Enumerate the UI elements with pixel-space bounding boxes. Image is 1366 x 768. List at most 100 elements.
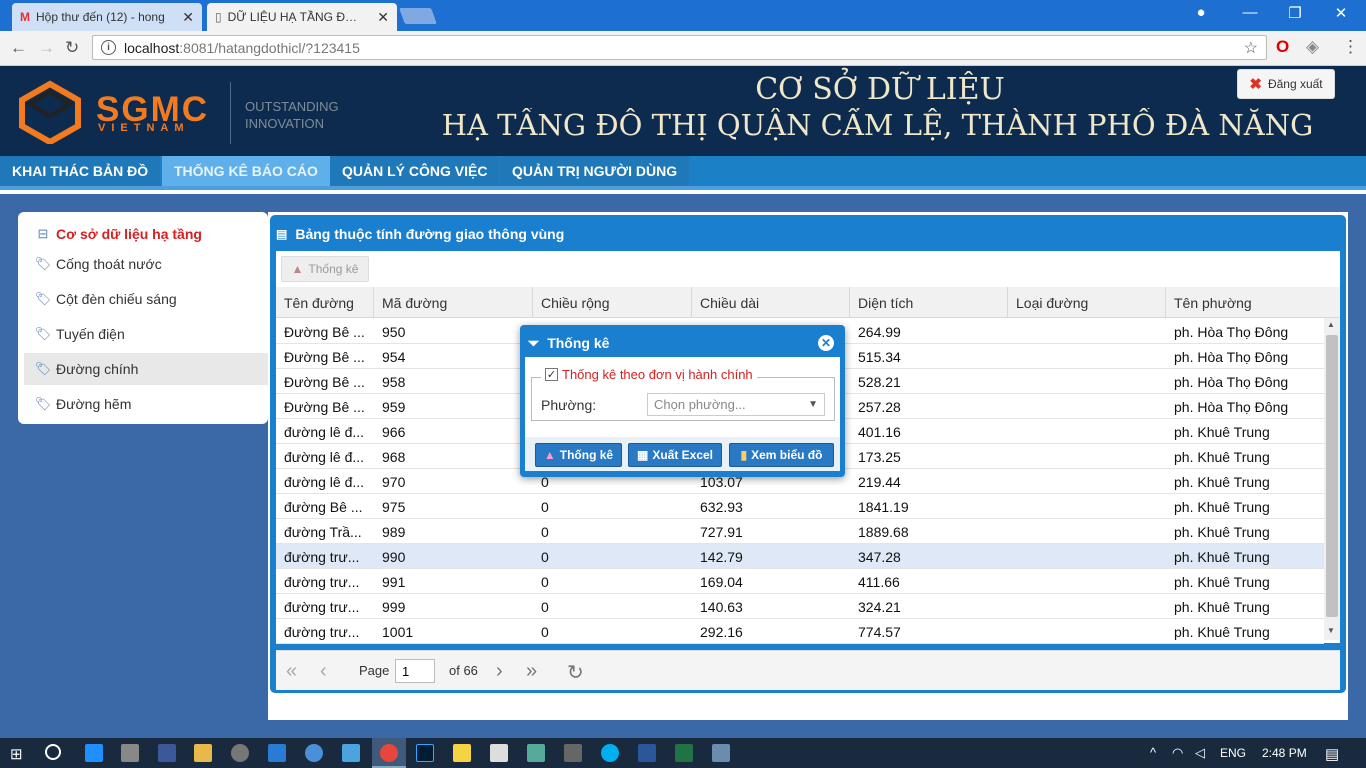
table-row[interactable]: đường trư... 999 0 140.63 324.21 ph. Khuê Tru… [276, 594, 1324, 619]
notifications-icon[interactable]: ▤ [1325, 745, 1339, 763]
gmail-icon: M [20, 10, 30, 24]
windows-start-icon[interactable]: ⊞ [10, 745, 23, 763]
edge-icon[interactable] [85, 744, 103, 762]
table-cell: đường Bê ... [284, 498, 363, 515]
reload-icon[interactable]: ↻ [65, 38, 79, 58]
table-cell: 169.04 [700, 573, 743, 590]
tree-item-cot-den[interactable]: 🏷 Cột đèn chiếu sáng [24, 283, 268, 315]
app-icon[interactable] [342, 744, 360, 762]
admin-unit-checkbox-row[interactable]: ✓ Thống kê theo đơn vị hành chính [541, 367, 757, 382]
scroll-down-icon[interactable]: ▼ [1327, 626, 1335, 635]
table-cell: đường trư... [284, 623, 360, 640]
statistics-button[interactable]: ▲ Thống kê [535, 443, 622, 467]
forward-icon[interactable]: → [38, 38, 55, 58]
show-hidden-icon[interactable]: ^ [1150, 745, 1156, 760]
column-header[interactable]: Tên đường [276, 287, 374, 318]
table-row[interactable]: đường Bê ... 975 0 632.93 1841.19 ph. Khuê Tr… [276, 494, 1324, 519]
logout-button[interactable]: ✖ Đăng xuất [1237, 69, 1335, 99]
first-page-icon[interactable]: « [286, 660, 297, 683]
excel-icon[interactable] [675, 744, 693, 762]
column-header[interactable]: Loại đường [1008, 287, 1166, 318]
volume-icon[interactable]: ◁ [1195, 745, 1205, 761]
view-chart-button[interactable]: ▮ Xem biểu đồ [729, 443, 834, 467]
tree-item-tuyen-dien[interactable]: 🏷 Tuyến điện [24, 318, 268, 350]
table-cell: 140.63 [700, 598, 743, 615]
file-explorer-icon[interactable] [194, 744, 212, 762]
chrome-icon[interactable] [380, 744, 398, 762]
column-header[interactable]: Chiều rộng [533, 287, 692, 318]
table-cell: 142.79 [700, 548, 743, 565]
tree-item-label: Đường chính [56, 361, 139, 377]
tree-item-duong-hem[interactable]: 🏷 Đường hẽm [24, 388, 268, 420]
back-icon[interactable]: ← [10, 38, 27, 58]
table-cell: 401.16 [858, 423, 901, 440]
table-cell: 774.57 [858, 623, 901, 640]
scrollbar-thumb[interactable] [1326, 335, 1338, 617]
menu-thong-ke-bao-cao[interactable]: THỐNG KÊ BÁO CÁO [162, 156, 330, 186]
tagline-line-1: OUTSTANDING [245, 99, 339, 114]
table-row[interactable]: đường Trầ... 989 0 727.91 1889.68 ph. Khuê Tr… [276, 519, 1324, 544]
photoshop-icon[interactable] [416, 744, 434, 762]
app-icon[interactable] [527, 744, 545, 762]
table-cell: 970 [382, 473, 406, 490]
tree-item-duong-chinh[interactable]: 🏷 Đường chính [24, 353, 268, 385]
language-indicator[interactable]: ENG [1220, 746, 1246, 760]
export-excel-button[interactable]: ▦ Xuất Excel [628, 443, 722, 467]
admin-unit-checkbox[interactable]: ✓ [545, 368, 558, 381]
table-row[interactable]: đường trư... 991 0 169.04 411.66 ph. Khuê Tru… [276, 569, 1324, 594]
menu-quan-ly-cong-viec[interactable]: QUẢN LÝ CÔNG VIỆC [330, 156, 500, 186]
restore-icon[interactable]: ❐ [1280, 4, 1310, 22]
info-icon[interactable]: i [101, 40, 116, 55]
statistics-toolbar-button[interactable]: ▲ Thống kê [281, 256, 369, 282]
menu-dots-icon[interactable]: ⋮ [1342, 37, 1359, 57]
tree-root[interactable]: ⊟ Cơ sở dữ liệu hạ tầng [24, 218, 268, 250]
profile-icon[interactable]: ● [1186, 4, 1216, 21]
menu-khai-thac-ban-do[interactable]: KHAI THÁC BẢN ĐỒ [0, 156, 161, 186]
app-icon[interactable] [564, 744, 582, 762]
page-number-input[interactable] [395, 659, 435, 683]
dialog-header[interactable]: ⏷ Thống kê [528, 329, 838, 357]
table-row[interactable]: đường trư... 1001 0 292.16 774.57 ph. Khuê Tr… [276, 619, 1324, 644]
close-window-icon[interactable]: ✕ [1326, 4, 1356, 22]
collapse-icon[interactable]: ⊟ [30, 226, 56, 242]
column-header[interactable]: Tên phường [1166, 287, 1340, 318]
prev-page-icon[interactable]: ‹ [320, 660, 327, 683]
column-header[interactable]: Chiều dài [692, 287, 850, 318]
app-icon[interactable] [712, 744, 730, 762]
next-page-icon[interactable]: › [496, 660, 503, 683]
network-icon[interactable]: ◠ [1172, 745, 1183, 761]
refresh-icon[interactable]: ↻ [567, 660, 584, 685]
url-bar[interactable]: i localhost :8081/hatangdothicl/?123415 … [92, 35, 1267, 60]
ward-select[interactable]: Chọn phường... ▼ [647, 393, 825, 416]
tree-item-cong-thoat-nuoc[interactable]: 🏷 Cống thoát nước [24, 248, 268, 280]
table-cell: 950 [382, 323, 406, 340]
table-row[interactable]: đường trư... 990 0 142.79 347.28 ph. Khuê Tru… [276, 544, 1324, 569]
opera-icon[interactable]: O [1276, 37, 1289, 57]
close-tab-icon[interactable]: ✕ [182, 9, 194, 26]
minimize-icon[interactable]: — [1235, 4, 1265, 21]
word-icon[interactable] [638, 744, 656, 762]
close-tab-icon[interactable]: ✕ [377, 9, 389, 26]
facebook-icon[interactable] [158, 744, 176, 762]
column-header[interactable]: Mã đường [374, 287, 533, 318]
taskbar-clock[interactable]: 2:48 PM [1262, 746, 1307, 760]
browser-tab-active[interactable]: ▯ DỮ LIỆU HẠ TẦNG ĐÔ TH ✕ [207, 3, 397, 31]
mail-icon[interactable] [490, 744, 508, 762]
table-cell: 0 [541, 598, 549, 615]
dialog-close-button[interactable]: ✕ [818, 335, 834, 351]
browser-tab-gmail[interactable]: M Hộp thư đến (12) - hong ✕ [12, 3, 202, 31]
app-icon[interactable] [268, 744, 286, 762]
column-header[interactable]: Diện tích [850, 287, 1008, 318]
last-page-icon[interactable]: » [526, 660, 537, 683]
store-icon[interactable] [121, 744, 139, 762]
app-icon[interactable] [305, 744, 323, 762]
sticky-notes-icon[interactable] [453, 744, 471, 762]
search-icon[interactable] [45, 744, 61, 760]
menu-quan-tri-nguoi-dung[interactable]: QUẢN TRỊ NGƯỜI DÙNG [500, 156, 690, 186]
app-icon[interactable] [231, 744, 249, 762]
skype-icon[interactable] [601, 744, 619, 762]
new-tab-button[interactable] [399, 8, 437, 24]
star-icon[interactable]: ☆ [1244, 38, 1258, 58]
scroll-up-icon[interactable]: ▲ [1327, 320, 1335, 329]
extension-icon[interactable]: ◈ [1306, 37, 1319, 57]
